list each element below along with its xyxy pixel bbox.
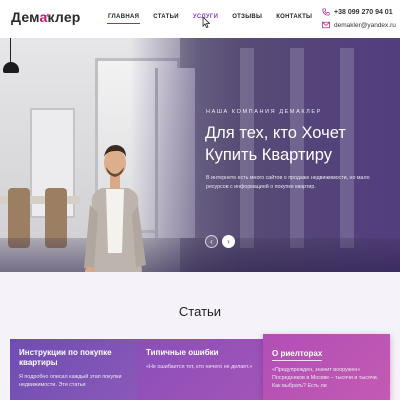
- logo-text-part: клер: [47, 9, 81, 25]
- phone-number: +38 099 270 94 01: [334, 8, 393, 16]
- article-card[interactable]: Инструкции по покупке квартиры Я подробн…: [10, 339, 137, 400]
- nav-item-articles[interactable]: Статьи: [153, 14, 179, 20]
- logo-star-icon: ✦: [45, 13, 52, 20]
- article-card-text: «Не ошибается тот, кто ничего не делает.…: [146, 364, 253, 370]
- hero-title: Для тех, кто Хочет Купить Квартиру: [205, 124, 346, 164]
- mail-icon: [322, 21, 330, 29]
- article-card[interactable]: О риелторах «Предупрежден, значит вооруж…: [263, 334, 390, 400]
- slider-prev-button[interactable]: ‹: [205, 235, 218, 248]
- article-card-text: Я подробно описал каждый этап покупки не…: [19, 374, 122, 389]
- logo-text-part: Дем: [11, 9, 40, 25]
- article-card-title[interactable]: Типичные ошибки: [146, 348, 254, 358]
- article-card-text: «Предупрежден, значит вооружен» Посредни…: [272, 367, 379, 390]
- logo[interactable]: Демаклер ✦: [11, 9, 81, 25]
- header-email[interactable]: demakler@yandex.ru: [322, 21, 396, 29]
- chevron-right-icon: ›: [227, 236, 230, 246]
- hero-kicker: Наша компания Демаклер: [206, 109, 322, 115]
- nav-item-reviews[interactable]: Отзывы: [232, 14, 262, 20]
- slider-next-button[interactable]: ›: [222, 235, 235, 248]
- chevron-left-icon: ‹: [210, 236, 213, 246]
- hero-description: В интернете есть много сайтов о продаже …: [206, 175, 370, 190]
- phone-icon: [322, 8, 330, 16]
- agent-photo: [84, 145, 146, 272]
- header-phone[interactable]: +38 099 270 94 01: [322, 8, 393, 16]
- pointer-cursor-icon: [202, 17, 210, 28]
- article-card-title[interactable]: Инструкции по покупке квартиры: [19, 348, 128, 368]
- email-address: demakler@yandex.ru: [334, 21, 396, 29]
- nav-item-home[interactable]: Главная: [106, 14, 141, 24]
- article-card[interactable]: Типичные ошибки «Не ошибается тот, кто н…: [137, 339, 263, 400]
- main-nav: Главная Статьи Услуги Отзывы Контакты: [106, 14, 326, 24]
- site-header: Демаклер ✦ Главная Статьи Услуги Отзывы …: [0, 0, 400, 38]
- hero-section: Наша компания Демаклер Для тех, кто Хоче…: [0, 38, 400, 272]
- section-title: Статьи: [178, 304, 222, 319]
- articles-section: Статьи Инструкции по покупке квартиры Я …: [0, 272, 400, 400]
- lamp-decoration: [3, 62, 19, 73]
- nav-item-contacts[interactable]: Контакты: [276, 14, 312, 20]
- hero-background-image: [0, 238, 400, 272]
- article-card-title[interactable]: О риелторах: [272, 349, 323, 361]
- lamp-decoration: [10, 38, 11, 64]
